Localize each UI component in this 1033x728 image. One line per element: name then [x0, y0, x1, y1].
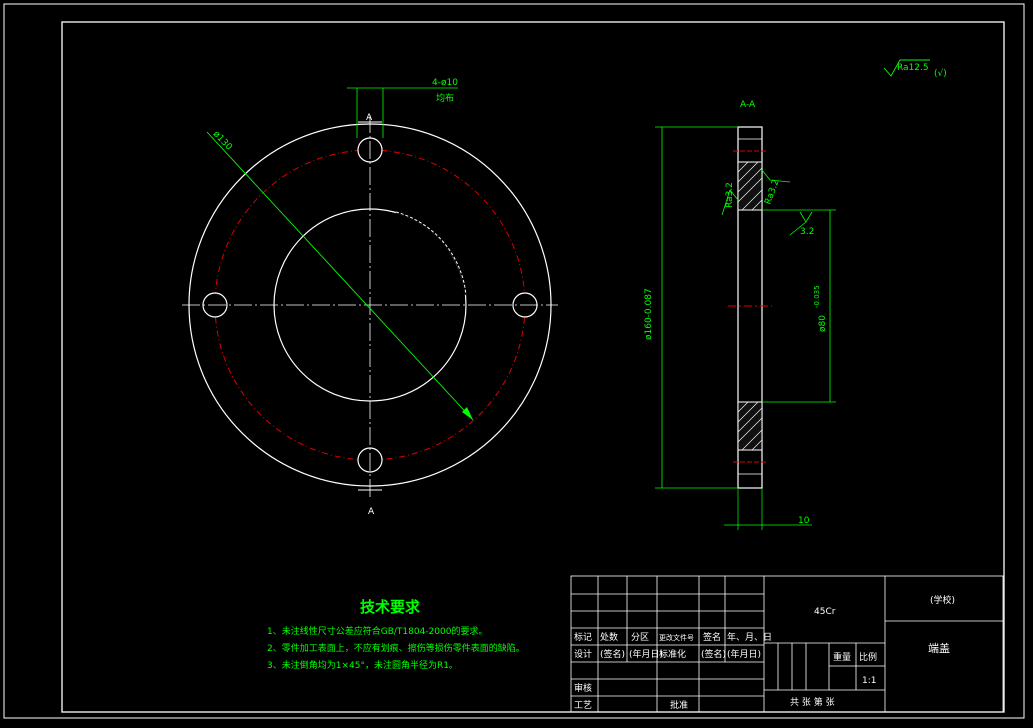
sheets-label: 共 张 第 张: [790, 696, 835, 708]
design-label: 设计: [574, 648, 592, 660]
header-mark: 标记: [574, 631, 592, 643]
pcd-dimension-line: [206, 131, 474, 421]
header-sign: 签名: [703, 631, 721, 643]
tech-requirements: 技术要求 1、未注线性尺寸公差应符合GB/T1804-2000的要求。 2、零件…: [267, 598, 525, 671]
scale-value: 1:1: [862, 676, 876, 686]
roughness-right: Ra3.2: [763, 178, 781, 206]
tech-req-title: 技术要求: [360, 598, 421, 616]
thickness-label: 10: [798, 516, 810, 526]
approve-label: 批准: [670, 699, 688, 711]
roughness-general-note: (√): [934, 68, 947, 79]
design-sign: (签名): [600, 648, 625, 660]
header-count: 处数: [600, 631, 618, 643]
material-label: 45Cr: [814, 607, 836, 617]
roughness-bore: 3.2: [800, 227, 814, 237]
tech-req-item-3: 3、未注倒角均为1×45°，未注圆角半径为R1。: [267, 659, 458, 671]
review-label: 审核: [574, 682, 592, 694]
outer-dia-label: ø160-0.087: [644, 288, 654, 340]
bore-dia-label: ø80: [818, 315, 828, 332]
pcd-dimension-label: ø130: [211, 129, 234, 153]
front-view: A A ø130 4-ø10 均布: [182, 78, 558, 517]
header-doc: 更改文件号: [659, 633, 694, 642]
title-block-text: 45Cr (学校) 端盖 标记 处数 分区 更改文件号 签名 年、月、日 设计 …: [574, 594, 955, 711]
weight-label: 重量: [833, 651, 851, 663]
cad-drawing: A A ø130 4-ø10 均布 A-A ø160-0.087 ø80 -0.…: [3, 3, 1025, 719]
holes-dimension-label: 4-ø10: [432, 78, 458, 88]
header-date: 年、月、日: [727, 631, 772, 643]
holes-note: 均布: [436, 92, 454, 104]
roughness-general-label: Ra12.5: [897, 63, 929, 73]
design-date: (年月日): [629, 648, 663, 660]
standard-date: (年月日): [727, 648, 761, 660]
part-name: 端盖: [928, 641, 950, 655]
bore-tolerance: -0.035: [813, 285, 821, 308]
section-mark-bottom: A: [368, 507, 375, 517]
header-zone: 分区: [631, 632, 649, 643]
process-label: 工艺: [574, 700, 592, 711]
standard-sign: (签名): [701, 648, 726, 660]
roughness-left: Ra3.2: [725, 182, 735, 208]
scale-label: 比例: [859, 651, 877, 663]
inner-frame: [61, 21, 1005, 713]
tech-req-item-1: 1、未注线性尺寸公差应符合GB/T1804-2000的要求。: [267, 625, 487, 637]
section-title: A-A: [740, 100, 756, 110]
school-label: (学校): [930, 594, 955, 606]
section-mark-top: A: [366, 113, 373, 123]
tech-req-item-2: 2、零件加工表面上，不应有划痕、擦伤等损伤零件表面的缺陷。: [267, 642, 525, 654]
general-roughness: Ra12.5 (√): [883, 59, 947, 79]
section-view: A-A ø160-0.087 ø80 -0.035 10 Ra3.2 Ra3.2…: [644, 100, 836, 530]
standard-label: 标准化: [659, 648, 686, 660]
